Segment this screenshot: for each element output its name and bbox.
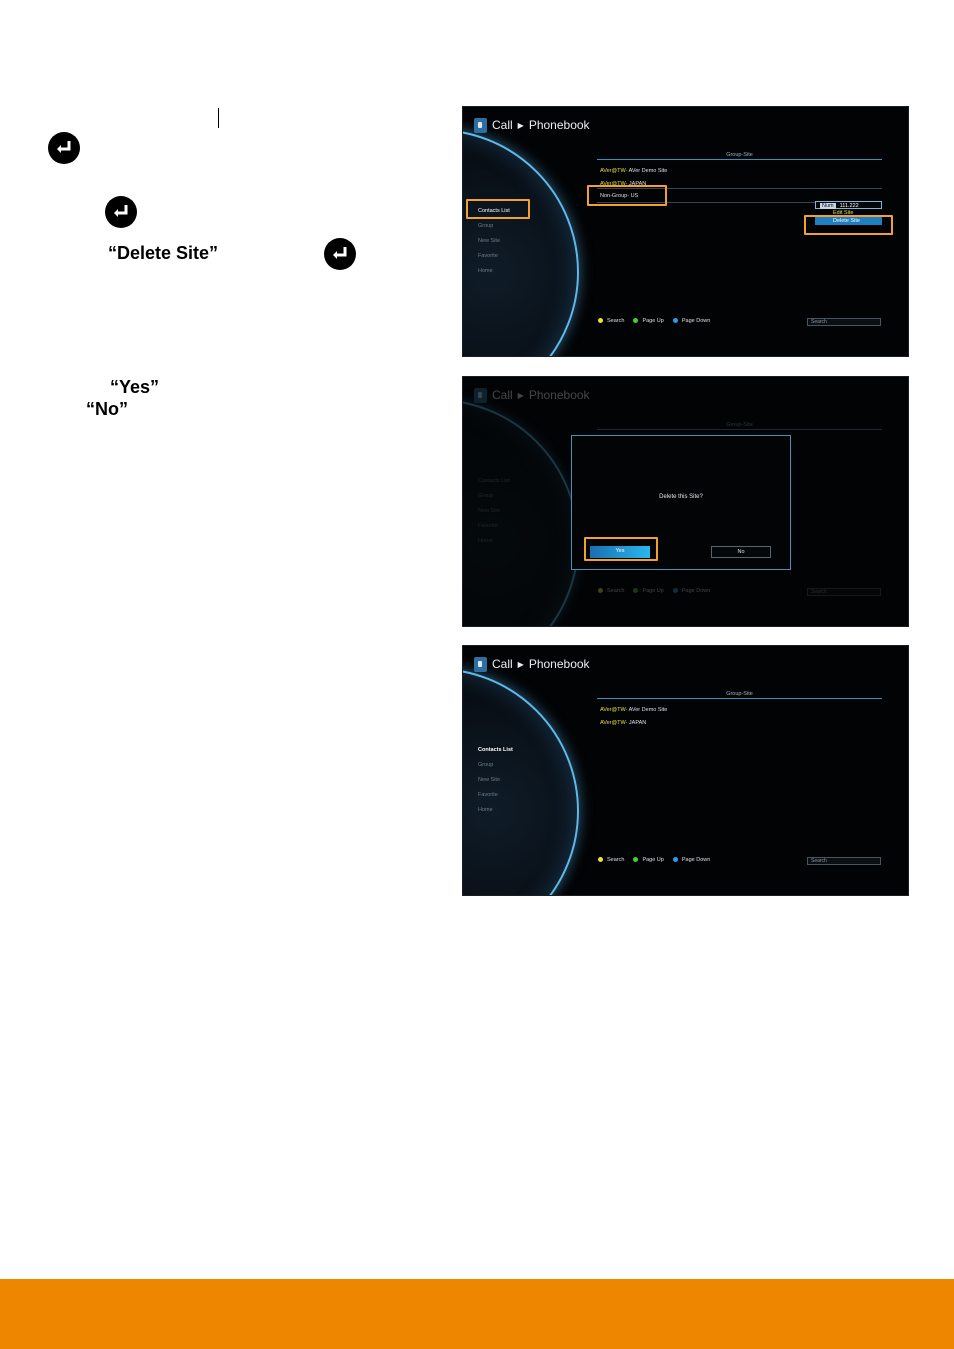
- search-hint: Search: [598, 588, 624, 594]
- page-down-hint: Page Down: [672, 857, 710, 863]
- menu-item-group[interactable]: Group: [478, 222, 510, 237]
- text-cursor-mark: [218, 108, 219, 128]
- menu-item-favorite[interactable]: Favorite: [478, 791, 513, 806]
- menu-item-group[interactable]: Group: [478, 761, 513, 776]
- sidebar-menu: Contacts List Group New Site Favorite Ho…: [478, 477, 510, 552]
- breadcrumb-arrow-icon: ▶: [517, 120, 524, 130]
- column-header: Group-Site: [597, 152, 882, 160]
- enter-key-icon: [324, 238, 356, 270]
- phonebook-icon: [474, 387, 487, 403]
- menu-item-home[interactable]: Home: [478, 267, 510, 282]
- menu-item-contacts-list[interactable]: Contacts List: [478, 746, 513, 761]
- footer-legend: Search Page Up Page Down: [598, 318, 710, 324]
- screenshot-confirm-dialog: Call ▶ Phonebook Contacts List Group New…: [462, 376, 909, 627]
- menu-item-home: Home: [478, 538, 493, 544]
- breadcrumb-phonebook: Phonebook: [528, 388, 590, 402]
- menu-item-favorite: Favorite: [478, 523, 498, 529]
- breadcrumb-phonebook: Phonebook: [528, 657, 590, 671]
- page-up-hint: Page Up: [633, 588, 664, 594]
- search-hint: Search: [598, 318, 624, 324]
- column-header: Group-Site: [597, 422, 882, 430]
- list-item[interactable]: AVer@TW- JAPAN: [600, 720, 646, 726]
- site-number: Num 111.222: [815, 201, 882, 209]
- search-hint: Search: [598, 857, 624, 863]
- highlight-delete-site: [804, 215, 893, 235]
- phonebook-icon: [474, 117, 487, 133]
- no-instruction: “No”: [86, 399, 128, 419]
- phonebook-icon: [474, 656, 487, 672]
- breadcrumb: Call ▶ Phonebook: [474, 655, 590, 673]
- highlight-yes-button: [584, 537, 658, 561]
- search-input[interactable]: Search: [807, 318, 881, 326]
- menu-item-group: Group: [478, 493, 494, 499]
- delete-site-instruction: “Delete Site”: [108, 243, 219, 263]
- footer-legend: Search Page Up Page Down: [598, 857, 710, 863]
- yes-instruction: “Yes”: [110, 377, 160, 397]
- breadcrumb-phonebook: Phonebook: [528, 118, 590, 132]
- breadcrumb-call[interactable]: Call: [492, 118, 513, 132]
- page-up-hint: Page Up: [633, 318, 664, 324]
- page-down-hint: Page Down: [672, 318, 710, 324]
- page-up-hint: Page Up: [633, 857, 664, 863]
- dialog-message: Delete this Site?: [659, 494, 703, 500]
- no-button[interactable]: No: [711, 546, 771, 558]
- enter-key-icon: [48, 132, 80, 164]
- breadcrumb-arrow-icon: ▶: [517, 390, 524, 400]
- menu-item-contacts-list: Contacts List: [478, 478, 510, 484]
- breadcrumb: Call ▶ Phonebook: [474, 386, 590, 404]
- list-item[interactable]: AVer@TW- AVer Demo Site: [600, 168, 667, 174]
- highlight-selected-site: [587, 185, 667, 206]
- highlight-contacts-list: [466, 199, 530, 219]
- enter-key-icon: [105, 196, 137, 228]
- screenshot-after-delete: Call ▶ Phonebook Contacts List Group New…: [462, 645, 909, 896]
- page-down-hint: Page Down: [672, 588, 710, 594]
- footer-bar: [0, 1279, 954, 1349]
- menu-item-new-site: New Site: [478, 508, 501, 514]
- menu-item-new-site[interactable]: New Site: [478, 776, 513, 791]
- search-input[interactable]: Search: [807, 857, 881, 865]
- footer-legend: Search Page Up Page Down: [598, 588, 710, 594]
- menu-item-home[interactable]: Home: [478, 806, 513, 821]
- column-header: Group-Site: [597, 691, 882, 699]
- sidebar-menu: Contacts List Group New Site Favorite Ho…: [478, 746, 513, 821]
- breadcrumb: Call ▶ Phonebook: [474, 116, 590, 134]
- search-input: Search: [807, 588, 881, 596]
- breadcrumb-arrow-icon: ▶: [517, 659, 524, 669]
- breadcrumb-call[interactable]: Call: [492, 657, 513, 671]
- list-item[interactable]: AVer@TW- AVer Demo Site: [600, 707, 667, 713]
- menu-item-new-site[interactable]: New Site: [478, 237, 510, 252]
- menu-item-favorite[interactable]: Favorite: [478, 252, 510, 267]
- screenshot-delete-site-menu: Call ▶ Phonebook Contacts List Group New…: [462, 106, 909, 357]
- breadcrumb-call: Call: [492, 388, 513, 402]
